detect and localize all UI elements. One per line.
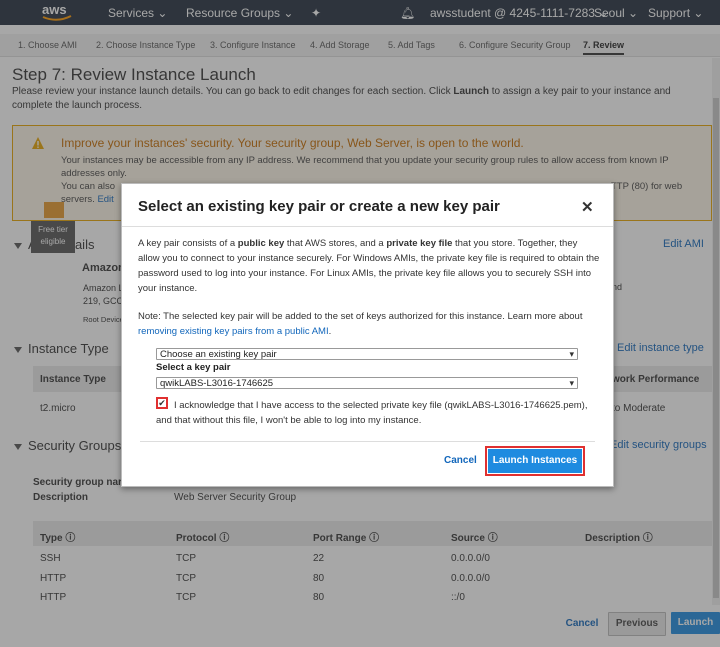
close-icon[interactable]: ✕ xyxy=(581,198,594,216)
private-key-file-bold: private key file xyxy=(386,238,453,249)
launch-instances-button[interactable]: Launch Instances xyxy=(487,448,583,474)
dialog-divider xyxy=(122,226,613,227)
dialog-footer-divider xyxy=(140,441,595,442)
key-pair-explanation: A key pair consists of a public key that… xyxy=(138,236,600,296)
explanation-text-2: that AWS stores, and a xyxy=(284,238,387,249)
key-pair-select[interactable]: qwikLABS-L3016-1746625 xyxy=(156,377,578,389)
remove-key-pairs-link[interactable]: removing existing key pairs from a publi… xyxy=(138,326,329,337)
key-pair-note: Note: The selected key pair will be adde… xyxy=(138,309,600,339)
public-key-bold: public key xyxy=(237,238,285,249)
key-pair-mode-select[interactable]: Choose an existing key pair xyxy=(156,348,578,360)
note-text: Note: The selected key pair will be adde… xyxy=(138,311,583,322)
acknowledge-checkbox[interactable]: ✔ xyxy=(156,397,168,409)
dialog-title: Select an existing key pair or create a … xyxy=(138,198,500,215)
acknowledge-text: I acknowledge that I have access to the … xyxy=(156,400,588,426)
note-text-end: . xyxy=(328,326,332,337)
select-key-pair-label: Select a key pair xyxy=(156,362,231,373)
explanation-text-1: A key pair consists of a xyxy=(138,238,238,249)
key-pair-dialog: Select an existing key pair or create a … xyxy=(121,183,614,487)
checkmark-icon: ✔ xyxy=(158,398,166,408)
dialog-cancel-button[interactable]: Cancel xyxy=(444,455,477,466)
